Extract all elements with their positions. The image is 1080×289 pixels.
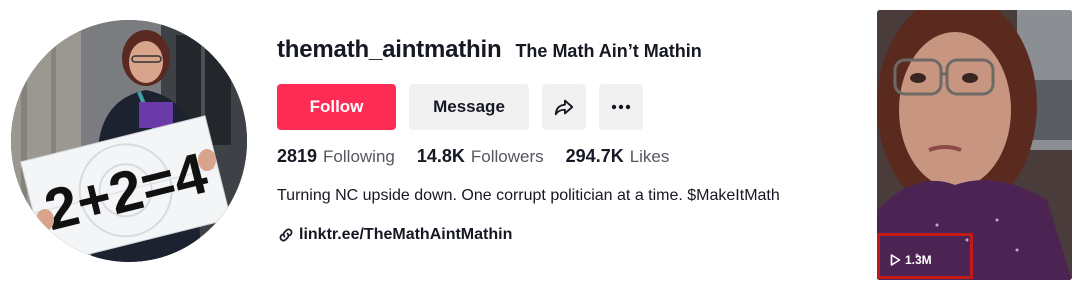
profile-name-row: themath_aintmathin The Math Ain’t Mathin — [277, 36, 867, 72]
stat-label: Likes — [629, 147, 670, 166]
display-name: The Math Ain’t Mathin — [515, 41, 702, 61]
more-dots-icon — [611, 104, 631, 110]
views-text: 1.3M — [905, 253, 932, 267]
stat-label: Following — [323, 147, 395, 166]
profile-stats: 2819 Following 14.8K Followers 294.7K Li… — [277, 146, 691, 167]
stat-following[interactable]: 2819 Following — [277, 146, 395, 167]
stat-value: 2819 — [277, 146, 318, 166]
share-arrow-icon — [553, 96, 575, 118]
play-icon — [890, 254, 901, 266]
profile-avatar[interactable]: 2+2=4 — [11, 20, 247, 262]
link-text: linktr.ee/TheMathAintMathin — [299, 226, 513, 243]
video-view-count: 1.3M — [890, 253, 932, 267]
username: themath_aintmathin — [277, 36, 502, 63]
follow-button[interactable]: Follow — [277, 84, 396, 130]
more-options-button[interactable] — [599, 84, 643, 130]
link-icon — [277, 226, 295, 244]
stat-label: Followers — [470, 147, 544, 166]
stat-value: 14.8K — [416, 146, 465, 166]
message-button[interactable]: Message — [409, 84, 529, 130]
share-button[interactable] — [542, 84, 586, 130]
stat-likes: 294.7K Likes — [566, 146, 670, 167]
action-buttons: Follow Message — [277, 84, 643, 130]
stat-value: 294.7K — [565, 146, 624, 166]
stat-followers[interactable]: 14.8K Followers — [417, 146, 544, 167]
profile-info: themath_aintmathin The Math Ain’t Mathin… — [277, 36, 867, 243]
profile-bio: Turning NC upside down. One corrupt poli… — [277, 187, 780, 204]
profile-link[interactable]: linktr.ee/TheMathAintMathin — [277, 226, 512, 244]
